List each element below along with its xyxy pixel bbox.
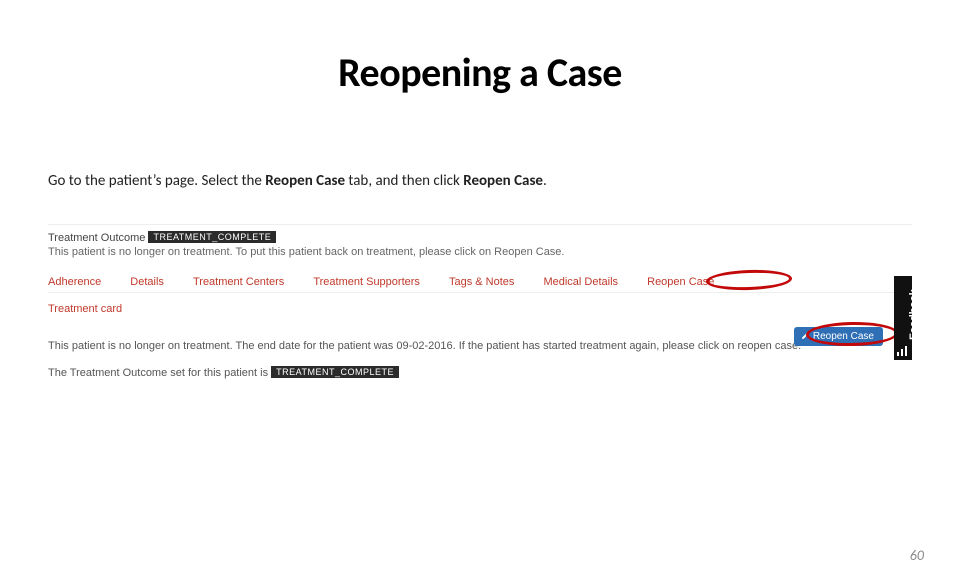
pencil-icon bbox=[801, 331, 810, 340]
instr-bold-2: Reopen Case bbox=[463, 172, 543, 190]
divider bbox=[48, 224, 912, 225]
tab-treatment-supporters[interactable]: Treatment Supporters bbox=[313, 276, 420, 290]
instr-post: . bbox=[543, 172, 547, 190]
outcome-paragraph-badge: TREATMENT_COMPLETE bbox=[271, 366, 399, 378]
outcome-paragraph: The Treatment Outcome set for this patie… bbox=[48, 366, 912, 379]
tab-details[interactable]: Details bbox=[130, 276, 164, 290]
tab-treatment-card[interactable]: Treatment card bbox=[48, 303, 122, 315]
tab-row: Adherence Details Treatment Centers Trea… bbox=[48, 276, 912, 293]
reopen-paragraph: This patient is no longer on treatment. … bbox=[48, 337, 912, 356]
tab-adherence[interactable]: Adherence bbox=[48, 276, 101, 290]
tab-underline bbox=[48, 292, 912, 293]
reopen-case-button[interactable]: Reopen Case bbox=[795, 328, 882, 345]
tab-treatment-centers[interactable]: Treatment Centers bbox=[193, 276, 284, 290]
outcome-badge: TREATMENT_COMPLETE bbox=[148, 231, 276, 243]
instr-mid: tab, and then click bbox=[345, 172, 463, 190]
signal-icon bbox=[897, 346, 909, 356]
page-number: 60 bbox=[910, 547, 924, 564]
outcome-subtext: This patient is no longer on treatment. … bbox=[48, 246, 912, 258]
feedback-side-tab[interactable]: Feedback bbox=[894, 276, 912, 360]
slide-root: Reopening a Case Go to the patient’s pag… bbox=[0, 48, 960, 588]
tab-tags-notes[interactable]: Tags & Notes bbox=[449, 276, 514, 290]
instr-pre: Go to the patient’s page. Select the bbox=[48, 172, 265, 190]
outcome-line: Treatment Outcome TREATMENT_COMPLETE bbox=[48, 231, 912, 244]
feedback-label: Feedback bbox=[908, 289, 920, 340]
outcome-paragraph-pre: The Treatment Outcome set for this patie… bbox=[48, 367, 271, 379]
reopen-case-button-label: Reopen Case bbox=[813, 331, 874, 342]
tab-medical-details[interactable]: Medical Details bbox=[543, 276, 618, 290]
slide-title: Reopening a Case bbox=[0, 48, 960, 97]
instr-bold-1: Reopen Case bbox=[265, 172, 345, 190]
outcome-label: Treatment Outcome bbox=[48, 232, 145, 244]
instruction-text: Go to the patient’s page. Select the Reo… bbox=[48, 172, 547, 190]
screenshot-area: Treatment Outcome TREATMENT_COMPLETE Thi… bbox=[48, 220, 912, 410]
tab-reopen-case[interactable]: Reopen Case bbox=[647, 276, 714, 290]
